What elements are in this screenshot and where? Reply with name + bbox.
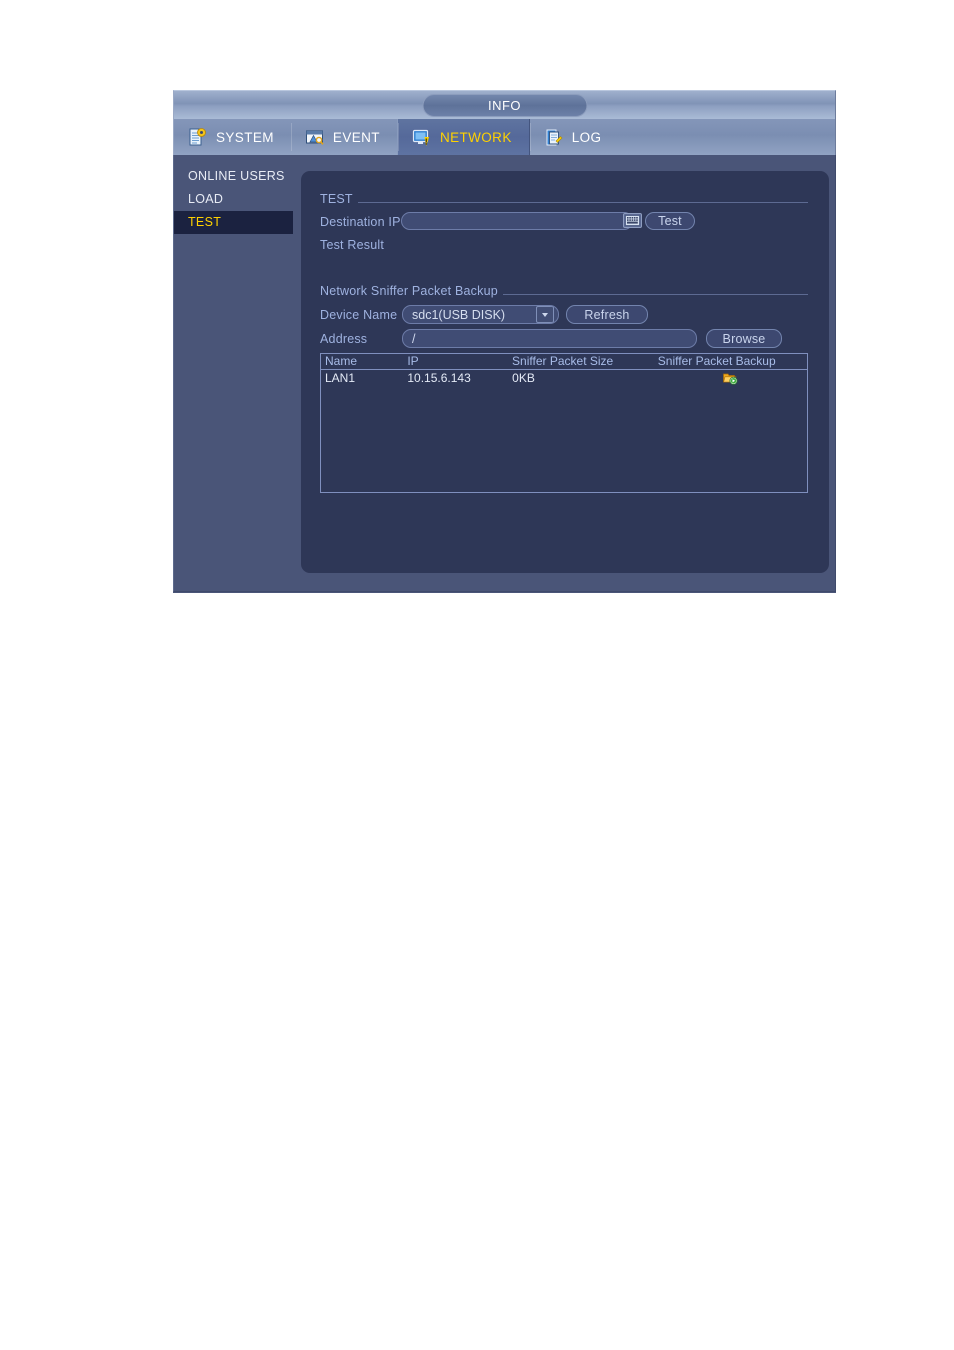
destination-ip-input[interactable] — [401, 212, 633, 230]
chevron-down-icon[interactable] — [536, 306, 554, 323]
cell-sniffer-packet-size: 0KB — [512, 371, 535, 385]
table-header-row: Name IP Sniffer Packet Size Sniffer Pack… — [321, 354, 807, 370]
test-section-header: TEST — [320, 192, 808, 206]
destination-ip-label: Destination IP — [320, 215, 401, 229]
device-name-select[interactable]: sdc1(USB DISK) — [402, 305, 559, 324]
tab-network-label: NETWORK — [439, 129, 512, 145]
window-body: ONLINE USERS LOAD TEST TEST Destination … — [173, 155, 836, 592]
cell-ip: 10.15.6.143 — [407, 371, 471, 385]
address-input[interactable]: / — [402, 329, 697, 348]
test-result-label: Test Result — [320, 238, 385, 252]
column-header-name: Name — [325, 354, 358, 368]
address-label: Address — [320, 332, 368, 346]
event-warning-icon — [305, 128, 325, 147]
sniffer-section-header: Network Sniffer Packet Backup — [320, 284, 808, 298]
tab-system-label: SYSTEM — [216, 129, 274, 145]
document-gear-icon — [188, 127, 208, 147]
column-header-sniffer-packet-backup: Sniffer Packet Backup — [657, 354, 776, 368]
sniffer-section-title: Network Sniffer Packet Backup — [320, 284, 498, 298]
content-panel: TEST Destination IP Test Test Result Net… — [301, 171, 829, 573]
sidebar-item-label: TEST — [188, 215, 222, 229]
tab-event-label: EVENT — [332, 129, 380, 145]
tab-bar: SYSTEM EVENT NETWORK LOG — [173, 119, 836, 155]
device-name-value: sdc1(USB DISK) — [412, 307, 506, 322]
sniffer-table: Name IP Sniffer Packet Size Sniffer Pack… — [320, 353, 808, 493]
network-monitor-icon — [412, 128, 432, 147]
sidebar-item-online-users[interactable]: ONLINE USERS — [174, 165, 293, 188]
window-titlebar: INFO — [173, 90, 836, 119]
section-divider — [502, 293, 808, 295]
column-header-ip: IP — [407, 354, 419, 368]
sidebar: ONLINE USERS LOAD TEST — [174, 165, 293, 234]
browse-button[interactable]: Browse — [706, 329, 782, 348]
sidebar-item-label: ONLINE USERS — [188, 169, 285, 183]
sidebar-item-load[interactable]: LOAD — [174, 188, 293, 211]
table-row[interactable]: LAN1 10.15.6.143 0KB — [321, 370, 807, 386]
keyboard-icon[interactable] — [623, 213, 642, 228]
sidebar-item-label: LOAD — [188, 192, 224, 206]
refresh-button[interactable]: Refresh — [566, 305, 648, 324]
log-clipboard-icon — [544, 128, 564, 147]
info-window: INFO SYSTEM EVENT NETWORK LOG ONLINE USE… — [173, 90, 836, 593]
test-section-title: TEST — [320, 192, 353, 206]
window-title: INFO — [422, 94, 587, 117]
tab-log-label: LOG — [571, 129, 602, 145]
sidebar-item-test[interactable]: TEST — [174, 211, 293, 234]
column-header-sniffer-packet-size: Sniffer Packet Size — [512, 354, 614, 368]
address-value: / — [412, 331, 416, 346]
tab-event[interactable]: EVENT — [290, 119, 397, 155]
sniffer-backup-start-icon[interactable] — [723, 372, 738, 385]
cell-sniffer-packet-backup[interactable] — [654, 370, 807, 386]
test-button[interactable]: Test — [645, 212, 695, 230]
tab-system[interactable]: SYSTEM — [174, 119, 291, 155]
tab-log[interactable]: LOG — [529, 119, 619, 155]
section-divider — [357, 201, 808, 203]
cell-name: LAN1 — [325, 371, 356, 385]
tab-network[interactable]: NETWORK — [396, 119, 530, 155]
device-name-label: Device Name — [320, 308, 398, 322]
